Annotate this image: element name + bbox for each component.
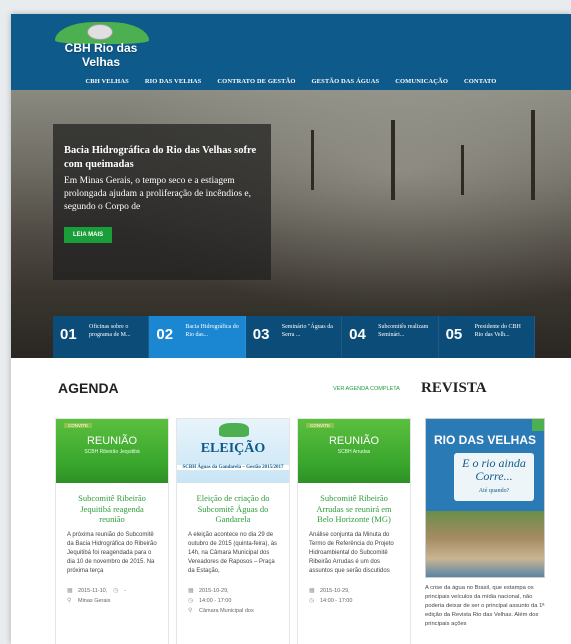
mini-logo-icon — [219, 423, 249, 437]
agenda-section: AGENDA VER AGENDA COMPLETA REVISTA CONVI… — [11, 358, 571, 644]
slide-tab-1[interactable]: 01 Oficinas sobre o programa de M... — [53, 316, 150, 358]
slide-tab-5[interactable]: 05 Presidente do CBH Rio das Velh... — [438, 316, 535, 358]
card-image[interactable]: CONVITE REUNIÃO SCBH Arrudas — [298, 419, 410, 483]
slide-number: 01 — [60, 326, 77, 343]
nav-cbh-velhas[interactable]: CBH VELHAS — [86, 78, 129, 85]
card-image-title: REUNIÃO — [86, 435, 138, 447]
clock-icon: ◷ — [309, 597, 315, 604]
magazine-title: RIO DAS VELHAS — [433, 433, 536, 447]
tree-silhouette — [461, 145, 464, 195]
agenda-heading: AGENDA — [58, 380, 119, 396]
logo-fish-icon — [87, 24, 113, 40]
agenda-card[interactable]: ELEIÇÃO SCBH Águas da Gandarela – Gestão… — [176, 418, 290, 644]
card-date: 2015-10-29, — [320, 587, 350, 594]
read-more-button[interactable]: LEIA MAIS — [64, 227, 113, 243]
tree-silhouette — [391, 120, 395, 200]
card-excerpt: Análise conjunta da Minuta do Termo de R… — [309, 531, 394, 574]
slide-number: 02 — [156, 326, 174, 343]
full-agenda-link[interactable]: VER AGENDA COMPLETA — [333, 386, 400, 392]
logo-text: CBH Rio das Velhas — [64, 41, 138, 69]
magazine-headline: E o rio ainda Corre... Até quando? — [454, 453, 534, 501]
site-header: CBH Rio das Velhas CBH VELHAS RIO DAS VE… — [11, 14, 571, 90]
card-time: 14:00 - 17:00 — [199, 597, 232, 604]
slide-tab-2[interactable]: 02 Bacia Hidrográfica do Rio das... — [149, 316, 246, 358]
slide-text: Bacia Hidrográfica do Rio das... — [185, 324, 239, 338]
tree-silhouette — [531, 110, 535, 200]
magazine-script-text: E o rio ainda Corre... — [462, 456, 526, 483]
slide-number: 03 — [252, 326, 270, 343]
slide-tab-3[interactable]: 03 Seminário "Águas da Serra ... — [245, 316, 343, 358]
card-title[interactable]: Subcomitê Ribeirão Jequitibá reagenda re… — [56, 483, 168, 525]
magazine-cover[interactable]: RIO DAS VELHAS E o rio ainda Corre... At… — [425, 418, 545, 578]
calendar-icon: ▦ — [309, 587, 315, 594]
calendar-icon: ▦ — [67, 587, 73, 594]
slide-text: Seminário "Águas da Serra ... — [281, 324, 333, 338]
site-logo[interactable]: CBH Rio das Velhas — [51, 22, 151, 69]
card-excerpt: A eleição acontece no dia 29 de outubro … — [188, 531, 278, 574]
card-image-title: ELEIÇÃO — [200, 441, 266, 456]
revista-heading: REVISTA — [421, 380, 487, 396]
agenda-card[interactable]: CONVITE REUNIÃO SCBH Arrudas Subcomitê R… — [297, 418, 411, 644]
card-image-tag: CONVITE — [306, 423, 335, 428]
hero-caption-box: Bacia Hidrográfica do Rio das Velhas sof… — [53, 124, 271, 280]
card-place: Minas Gerais — [78, 597, 111, 604]
card-title[interactable]: Subcomitê Ribeirão Arrudas se reunirá em… — [298, 483, 410, 525]
card-excerpt: A próxima reunião do Subcomitê da Bacia … — [67, 531, 157, 574]
magazine-question: Até quando? — [478, 488, 510, 494]
card-time: 14:00 - 17:00 — [320, 597, 353, 604]
hero-title: Bacia Hidrográfica do Rio das Velhas sof… — [64, 145, 257, 170]
page: CBH Rio das Velhas CBH VELHAS RIO DAS VE… — [11, 14, 571, 644]
card-image-subtitle: SCBH Águas da Gandarela – Gestão 2015/20… — [177, 465, 289, 470]
hero-text: Em Minas Gerais, o tempo seco e a estiag… — [64, 176, 252, 212]
corner-badge-icon — [532, 419, 544, 431]
card-image-tag: CONVITE — [64, 423, 93, 428]
nav-comunicacao[interactable]: COMUNICAÇÃO — [395, 78, 448, 85]
clock-icon: ◷ — [113, 587, 119, 594]
card-date: 2015-10-29, — [199, 587, 229, 594]
card-meta: ▦ 2015-10-29, ◷ 14:00 - 17:00 — [298, 576, 410, 606]
agenda-card[interactable]: CONVITE REUNIÃO SCBH Ribeirão Jequitibá … — [55, 418, 169, 644]
nav-rio-das-velhas[interactable]: RIO DAS VELHAS — [145, 78, 202, 85]
slide-text: Presidente do CBH Rio das Velh... — [474, 324, 521, 338]
magazine-landscape — [426, 511, 544, 577]
hero-banner: Bacia Hidrográfica do Rio das Velhas sof… — [11, 90, 571, 358]
card-meta: ▦ 2015-10-29, ◷ 14:00 - 17:00 ⚲ Câmara Muni… — [177, 576, 289, 616]
slide-number: 04 — [349, 326, 366, 343]
location-pin-icon: ⚲ — [67, 597, 72, 604]
tree-silhouette — [311, 130, 314, 190]
slide-text: Subcomitês realizam Seminári... — [378, 324, 429, 338]
slide-selector: 01 Oficinas sobre o programa de M... 02 … — [53, 316, 535, 358]
card-title[interactable]: Eleição de criação do Subcomitê Águas do… — [177, 483, 289, 525]
nav-contrato-de-gestao[interactable]: CONTRATO DE GESTÃO — [217, 78, 295, 85]
card-image[interactable]: ELEIÇÃO SCBH Águas da Gandarela – Gestão… — [177, 419, 289, 483]
clock-icon: ◷ — [188, 597, 194, 604]
card-image[interactable]: CONVITE REUNIÃO SCBH Ribeirão Jequitibá — [56, 419, 168, 483]
main-nav: CBH VELHAS RIO DAS VELHAS CONTRATO DE GE… — [11, 70, 571, 88]
card-image-subtitle: SCBH Arrudas — [337, 449, 371, 455]
card-image-title: REUNIÃO — [328, 435, 380, 447]
card-time: - — [124, 587, 127, 594]
magazine-description: A crise da água no Brasil, que estampa o… — [425, 585, 545, 627]
card-date: 2015-11-10, — [78, 587, 108, 594]
slide-tab-4[interactable]: 04 Subcomitês realizam Seminári... — [342, 316, 439, 358]
card-image-subtitle: SCBH Ribeirão Jequitibá — [84, 449, 140, 455]
slide-text: Oficinas sobre o programa de M... — [89, 324, 131, 338]
card-meta: ▦ 2015-11-10, ◷ - ⚲ Minas Gerais — [56, 576, 168, 606]
slide-number: 05 — [445, 326, 463, 343]
nav-contato[interactable]: CONTATO — [464, 78, 496, 85]
nav-gestao-das-aguas[interactable]: GESTÃO DAS ÁGUAS — [312, 78, 380, 85]
calendar-icon: ▦ — [188, 587, 194, 594]
card-place: Câmara Municipal dos — [199, 607, 254, 614]
location-pin-icon: ⚲ — [188, 607, 193, 614]
